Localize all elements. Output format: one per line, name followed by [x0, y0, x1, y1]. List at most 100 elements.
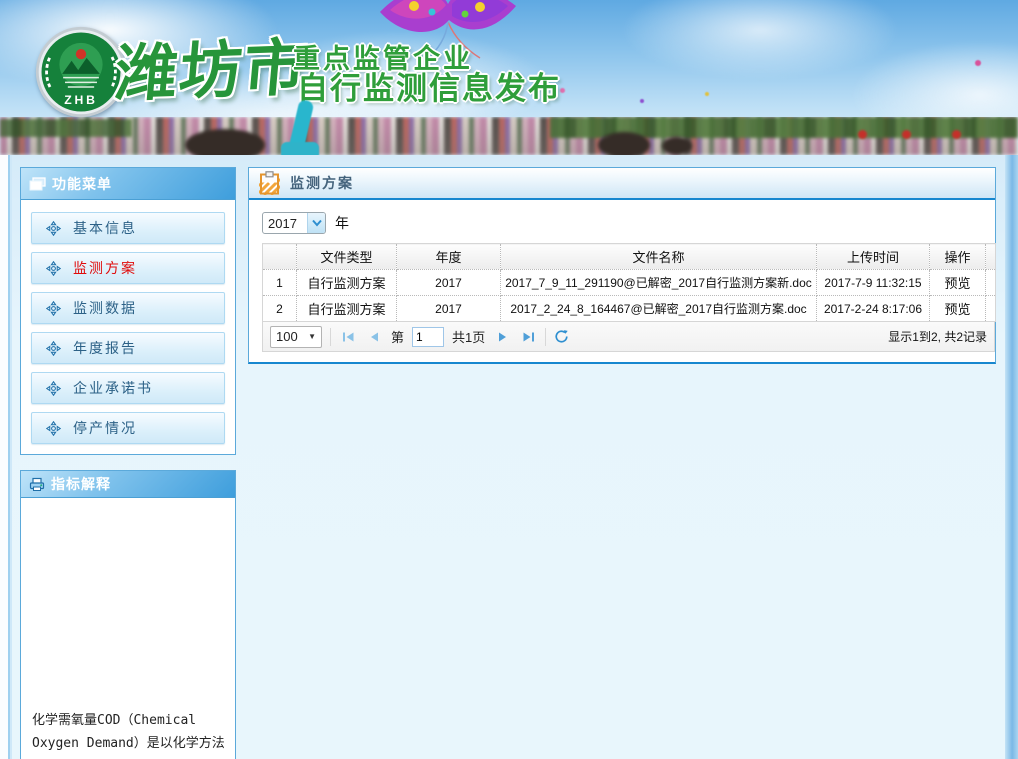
sidebar-item-annual-report[interactable]: 年度报告: [31, 332, 225, 364]
page-prefix-label: 第: [391, 327, 404, 346]
next-page-button[interactable]: [493, 327, 511, 347]
sidebar-item-monitoring-data[interactable]: 监测数据: [31, 292, 225, 324]
cell-file-name: 2017_7_9_11_291190@已解密_2017自行监测方案新.doc: [501, 270, 817, 296]
cell-action: 预览: [930, 270, 986, 296]
indicator-title: 指标解释: [51, 474, 111, 494]
printer-icon: [29, 477, 45, 492]
crowd-photo: [0, 117, 1018, 155]
main-panel: 监测方案 2017 年 文件类型: [248, 167, 996, 364]
folder-icon: [29, 177, 46, 191]
function-menu-body: 基本信息 监测方案 监测数据 年度报告 企业承诺书 停产情况: [21, 200, 235, 456]
col-header-year: 年度: [397, 244, 501, 270]
preview-link[interactable]: 预览: [944, 302, 970, 317]
next-page-icon: [496, 331, 509, 343]
compass-arrow-icon: [46, 341, 61, 356]
cell-upload-time: 2017-7-9 11:32:15: [817, 270, 930, 296]
chevron-down-icon: [312, 219, 322, 227]
site-title: 潍坊市: [112, 17, 313, 114]
year-filter-row: 2017 年: [262, 212, 982, 234]
col-header-action: 操作: [930, 244, 986, 270]
pagination-bar: 100 ▼ 第 共1页: [262, 322, 995, 352]
compass-arrow-icon: [46, 421, 61, 436]
year-label: 年: [335, 213, 349, 233]
table-header-row: 文件类型 年度 文件名称 上传时间 操作: [263, 244, 996, 270]
pager-separator: [545, 328, 546, 346]
sidebar-item-production-stoppage[interactable]: 停产情况: [31, 412, 225, 444]
crowd-head: [598, 132, 650, 155]
sidebar-item-label: 监测方案: [73, 258, 137, 278]
sidebar-item-basic-info[interactable]: 基本信息: [31, 212, 225, 244]
cell-action: 预览: [930, 296, 986, 322]
cell-upload-time: 2017-2-24 8:17:06: [817, 296, 930, 322]
documents-table: 文件类型 年度 文件名称 上传时间 操作 1 自行监测方案 2017 2017_…: [262, 243, 996, 322]
first-page-button[interactable]: [339, 327, 357, 347]
indicator-text-line2: Oxygen Demand）是以化学方法: [32, 732, 227, 755]
umbrella-dot: [902, 130, 911, 139]
pager-separator: [330, 328, 331, 346]
table-row: 2 自行监测方案 2017 2017_2_24_8_164467@已解密_201…: [263, 296, 996, 322]
page-size-value: 100: [276, 329, 298, 344]
site-subtitle-line2: 自行监测信息发布: [297, 63, 561, 108]
trees: [0, 119, 132, 137]
caret-down-icon: ▼: [308, 332, 316, 341]
compass-arrow-icon: [46, 301, 61, 316]
year-select-button[interactable]: [307, 213, 325, 233]
prev-page-button[interactable]: [365, 327, 383, 347]
sidebar-item-label: 企业承诺书: [73, 378, 153, 398]
clipboard-icon: [259, 171, 280, 195]
page: ZHB 潍坊市 重点监管企业 自行监测信息发布 功能菜单: [0, 0, 1018, 759]
function-menu-header: 功能菜单: [21, 168, 235, 200]
sidebar-item-label: 基本信息: [73, 218, 137, 238]
first-page-icon: [342, 331, 355, 343]
crowd-head: [662, 137, 692, 155]
row-number: 1: [263, 270, 297, 296]
pagination-summary: 显示1到2, 共2记录: [888, 328, 987, 345]
small-kite-dot: [975, 60, 981, 66]
year-select-value: 2017: [263, 213, 307, 233]
sidebar-item-monitoring-plan[interactable]: 监测方案: [31, 252, 225, 284]
cell-spacer: [986, 270, 996, 296]
col-header-file-name: 文件名称: [501, 244, 817, 270]
function-menu-title: 功能菜单: [52, 174, 112, 194]
cell-file-type: 自行监测方案: [297, 270, 397, 296]
small-kite-dot: [705, 92, 709, 96]
col-header-rownum: [263, 244, 297, 270]
prev-page-icon: [368, 331, 381, 343]
page-frame-left: [0, 155, 10, 759]
umbrella-dot: [858, 130, 867, 139]
banner: ZHB 潍坊市 重点监管企业 自行监测信息发布: [0, 0, 1018, 155]
page-total-label: 共1页: [452, 327, 485, 346]
sidebar-item-commitment-letter[interactable]: 企业承诺书: [31, 372, 225, 404]
page-size-select[interactable]: 100 ▼: [270, 326, 322, 348]
page-number-input[interactable]: [412, 327, 444, 347]
sidebar-item-label: 停产情况: [73, 418, 137, 438]
indicator-body: 化学需氧量COD（Chemical Oxygen Demand）是以化学方法: [21, 498, 235, 759]
indicator-scrolling-text: 化学需氧量COD（Chemical Oxygen Demand）是以化学方法: [32, 709, 227, 755]
main-header: 监测方案: [249, 168, 995, 200]
compass-arrow-icon: [46, 261, 61, 276]
function-menu-panel: 功能菜单 基本信息 监测方案 监测数据 年度报告 企业承诺书: [20, 167, 236, 455]
indicator-panel: 指标解释 化学需氧量COD（Chemical Oxygen Demand）是以化…: [20, 470, 236, 759]
sidebar-item-label: 监测数据: [73, 298, 137, 318]
last-page-icon: [522, 331, 535, 343]
indicator-header: 指标解释: [21, 471, 235, 498]
cell-file-name: 2017_2_24_8_164467@已解密_2017自行监测方案.doc: [501, 296, 817, 322]
last-page-button[interactable]: [519, 327, 537, 347]
preview-link[interactable]: 预览: [944, 276, 970, 291]
main-body: 2017 年 文件类型 年度 文件名称 上传时: [249, 200, 995, 352]
sidebar-item-label: 年度报告: [73, 338, 137, 358]
refresh-button[interactable]: [554, 329, 569, 344]
crowd-head: [185, 129, 265, 155]
col-header-file-type: 文件类型: [297, 244, 397, 270]
umbrella-dot: [952, 130, 961, 139]
cell-year: 2017: [397, 270, 501, 296]
logo-zhb-text: ZHB: [64, 93, 98, 107]
compass-arrow-icon: [46, 381, 61, 396]
compass-arrow-icon: [46, 221, 61, 236]
col-header-spacer: [986, 244, 996, 270]
small-kite-dot: [640, 99, 644, 103]
page-frame-right: [1005, 155, 1018, 759]
year-select[interactable]: 2017: [262, 212, 326, 234]
col-header-upload-time: 上传时间: [817, 244, 930, 270]
table-row: 1 自行监测方案 2017 2017_7_9_11_291190@已解密_201…: [263, 270, 996, 296]
